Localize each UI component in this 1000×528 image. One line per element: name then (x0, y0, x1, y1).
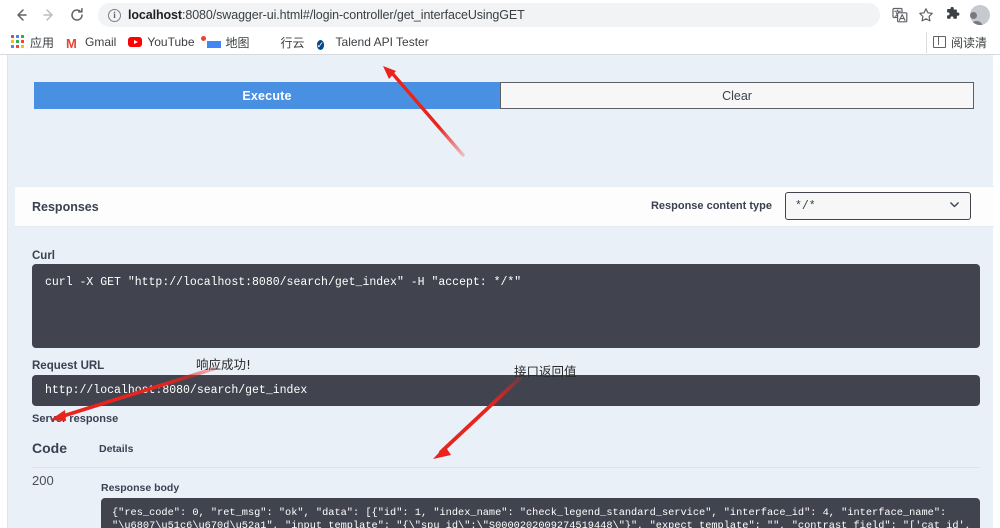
annotation-response-success: 响应成功! (196, 357, 252, 372)
table-header-details: Details (99, 443, 134, 455)
bookmark-label: Gmail (85, 35, 117, 49)
table-divider (32, 467, 980, 468)
talend-icon: ✓ (316, 40, 325, 50)
response-body-label: Response body (101, 482, 180, 494)
execute-button[interactable]: Execute (34, 82, 500, 109)
swagger-ui-panel: Execute Clear Responses Response content… (7, 55, 994, 528)
response-content-type-value: */* (795, 199, 816, 213)
curl-command-block[interactable]: curl -X GET "http://localhost:8080/searc… (32, 264, 980, 348)
bookmark-talend-api-tester[interactable]: ✓ Talend API Tester (313, 33, 437, 51)
table-header-code: Code (32, 440, 67, 456)
chevron-down-icon (948, 198, 961, 215)
response-body-text: {"res_code": 0, "ret_msg": "ok", "data":… (112, 507, 971, 528)
bookmark-label: 行云 (280, 35, 305, 50)
browser-chrome: i localhost:8080/swagger-ui.html#/login-… (0, 0, 1000, 55)
address-bar-url: localhost:8080/swagger-ui.html#/login-co… (128, 8, 525, 22)
forward-arrow-icon[interactable] (36, 2, 62, 28)
bookmark-xingyun[interactable]: 行云 (258, 32, 313, 53)
request-url-block: http://localhost:8080/search/get_index (32, 375, 980, 406)
bookmarks-bar: 应用 M Gmail YouTube 地图 行云 ✓ Talend API Te… (0, 30, 1000, 54)
response-body-line: {"res_code": 0, "ret_msg": "ok", "data":… (112, 507, 947, 519)
reading-list-icon (932, 35, 946, 48)
response-body-line: "\u6807\u51c6\u670d\u52a1", "input_templ… (112, 519, 971, 528)
info-circle-icon[interactable]: i (108, 8, 121, 22)
avatar-icon[interactable] (970, 5, 990, 25)
clear-button[interactable]: Clear (500, 82, 974, 109)
curl-command-text: curl -X GET "http://localhost:8080/searc… (45, 276, 522, 289)
puzzle-piece-icon[interactable] (940, 3, 964, 27)
reload-icon[interactable] (64, 2, 90, 28)
bookmark-label: YouTube (147, 35, 195, 49)
response-content-type-row: Response content type */* (651, 192, 971, 220)
back-arrow-icon[interactable] (8, 2, 34, 28)
response-body-block[interactable]: {"res_code": 0, "ret_msg": "ok", "data":… (101, 498, 980, 528)
bookmark-maps[interactable]: 地图 (203, 32, 258, 53)
bookmark-label: 地图 (225, 35, 250, 50)
response-content-type-label: Response content type (650, 200, 772, 212)
bookmark-label: 应用 (30, 35, 55, 50)
gmail-icon: M (66, 36, 77, 51)
page-viewport: Execute Clear Responses Response content… (0, 55, 1000, 528)
responses-title: Responses (32, 200, 99, 214)
bookmark-apps[interactable]: 应用 (7, 32, 62, 53)
execute-clear-row: Execute Clear (34, 82, 974, 109)
star-icon[interactable] (914, 3, 938, 27)
browser-nav-bar: i localhost:8080/swagger-ui.html#/login-… (0, 0, 1000, 30)
reading-list-button[interactable]: 阅读清 (925, 31, 993, 53)
annotation-interface-return-value: 接口返回值 (514, 364, 577, 379)
server-response-label: Server response (32, 413, 119, 425)
request-url-label: Request URL (32, 360, 105, 372)
bookmark-youtube[interactable]: YouTube (124, 33, 202, 51)
bookmark-label: Talend API Tester (335, 35, 429, 49)
status-code-value: 200 (32, 473, 54, 488)
address-bar[interactable]: i localhost:8080/swagger-ui.html#/login-… (98, 3, 880, 27)
response-content-type-select[interactable]: */* (785, 192, 971, 220)
xingyun-icon (262, 35, 276, 49)
bookmark-gmail[interactable]: M Gmail (62, 33, 124, 51)
google-maps-icon (207, 35, 221, 49)
reading-list-label: 阅读清 (950, 35, 987, 50)
youtube-icon (128, 35, 143, 49)
apps-grid-icon (11, 35, 25, 49)
request-url-text: http://localhost:8080/search/get_index (45, 384, 308, 397)
curl-label: Curl (32, 250, 55, 262)
translate-icon[interactable] (888, 3, 912, 27)
